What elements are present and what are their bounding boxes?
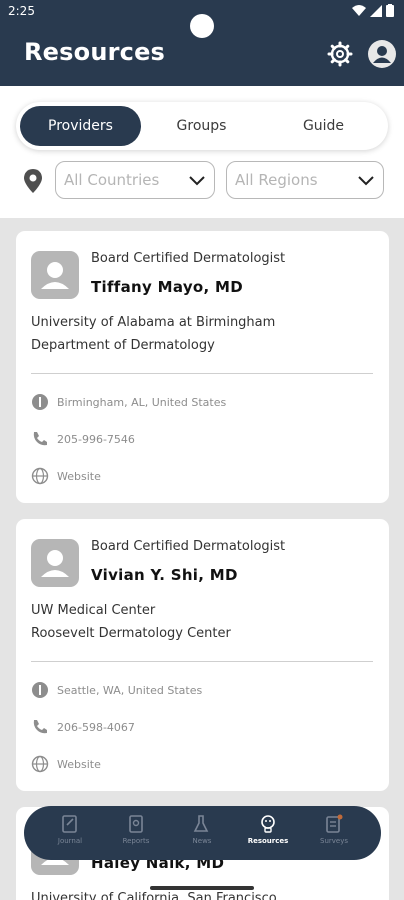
nav-journal[interactable]: Journal bbox=[40, 814, 100, 845]
nav-resources-label: Resources bbox=[247, 837, 289, 845]
location-icon bbox=[32, 394, 48, 410]
tab-groups[interactable]: Groups bbox=[141, 106, 262, 146]
nav-reports[interactable]: Reports bbox=[106, 814, 166, 845]
provider-location-text: Birmingham, AL, United States bbox=[57, 395, 227, 409]
provider-website[interactable]: Website bbox=[31, 754, 101, 774]
provider-name: Tiffany Mayo, MD bbox=[91, 278, 243, 296]
surveys-icon bbox=[326, 814, 343, 833]
tab-guide[interactable]: Guide bbox=[263, 106, 384, 146]
profile-icon[interactable] bbox=[368, 40, 396, 68]
nav-journal-label: Journal bbox=[57, 837, 83, 845]
provider-phone[interactable]: 206-598-4067 bbox=[31, 717, 135, 737]
wifi-icon bbox=[352, 4, 366, 16]
nav-news[interactable]: News bbox=[172, 814, 232, 845]
provider-institution: University of California, San Francisco bbox=[31, 891, 277, 900]
divider bbox=[31, 661, 373, 662]
app-header: 2:25 Resources bbox=[0, 0, 404, 86]
phone-icon bbox=[33, 720, 47, 734]
region-select-value: All Regions bbox=[235, 171, 318, 189]
bottom-nav: Journal Reports News Resources Surveys bbox=[24, 806, 381, 860]
provider-location: Birmingham, AL, United States bbox=[31, 392, 226, 412]
divider bbox=[31, 373, 373, 374]
provider-card[interactable]: Board Certified Dermatologist Tiffany Ma… bbox=[16, 231, 389, 503]
provider-phone[interactable]: 205-996-7546 bbox=[31, 429, 135, 449]
phone-icon bbox=[33, 432, 47, 446]
provider-institution: University of Alabama at Birmingham bbox=[31, 315, 276, 330]
news-icon bbox=[193, 815, 209, 832]
avatar bbox=[31, 251, 79, 299]
globe-icon bbox=[31, 467, 49, 485]
camera-cutout bbox=[190, 14, 214, 38]
provider-phone-text: 206-598-4067 bbox=[57, 720, 135, 734]
status-time: 2:25 bbox=[8, 4, 35, 18]
provider-location-text: Seattle, WA, United States bbox=[57, 683, 203, 697]
nav-news-label: News bbox=[192, 837, 212, 845]
region-select[interactable]: All Regions bbox=[226, 161, 384, 199]
status-icons bbox=[352, 4, 394, 17]
nav-surveys-label: Surveys bbox=[320, 837, 348, 845]
provider-card[interactable]: Board Certified Dermatologist Vivian Y. … bbox=[16, 519, 389, 791]
page-title: Resources bbox=[24, 38, 166, 66]
provider-department: Department of Dermatology bbox=[31, 338, 215, 353]
journal-icon bbox=[62, 815, 77, 833]
provider-role: Board Certified Dermatologist bbox=[91, 251, 286, 266]
location-pin-icon bbox=[24, 169, 42, 193]
provider-department: Roosevelt Dermatology Center bbox=[31, 626, 231, 641]
nav-resources[interactable]: Resources bbox=[238, 814, 298, 845]
chevron-down-icon bbox=[358, 176, 374, 186]
filter-panel: Providers Groups Guide All Countries All… bbox=[0, 86, 404, 218]
country-select[interactable]: All Countries bbox=[55, 161, 215, 199]
provider-name: Vivian Y. Shi, MD bbox=[91, 566, 238, 584]
tab-providers[interactable]: Providers bbox=[20, 106, 141, 146]
provider-website[interactable]: Website bbox=[31, 466, 101, 486]
chevron-down-icon bbox=[189, 176, 205, 186]
gear-icon[interactable] bbox=[326, 40, 354, 68]
provider-website-link: Website bbox=[57, 469, 101, 483]
provider-phone-text: 205-996-7546 bbox=[57, 432, 135, 446]
reports-icon bbox=[129, 815, 143, 833]
provider-institution: UW Medical Center bbox=[31, 603, 156, 618]
country-select-value: All Countries bbox=[64, 171, 160, 189]
provider-website-link: Website bbox=[57, 757, 101, 771]
location-icon bbox=[32, 682, 48, 698]
resources-icon bbox=[261, 815, 275, 833]
battery-icon bbox=[386, 4, 394, 17]
provider-role: Board Certified Dermatologist bbox=[91, 539, 286, 554]
person-icon bbox=[41, 550, 69, 577]
person-icon bbox=[41, 262, 69, 289]
segment-control: Providers Groups Guide bbox=[16, 102, 388, 150]
home-indicator bbox=[150, 886, 254, 890]
globe-icon bbox=[31, 755, 49, 773]
nav-reports-label: Reports bbox=[122, 837, 150, 845]
avatar bbox=[31, 539, 79, 587]
provider-location: Seattle, WA, United States bbox=[31, 680, 202, 700]
nav-surveys[interactable]: Surveys bbox=[304, 814, 364, 845]
signal-icon bbox=[370, 4, 382, 17]
